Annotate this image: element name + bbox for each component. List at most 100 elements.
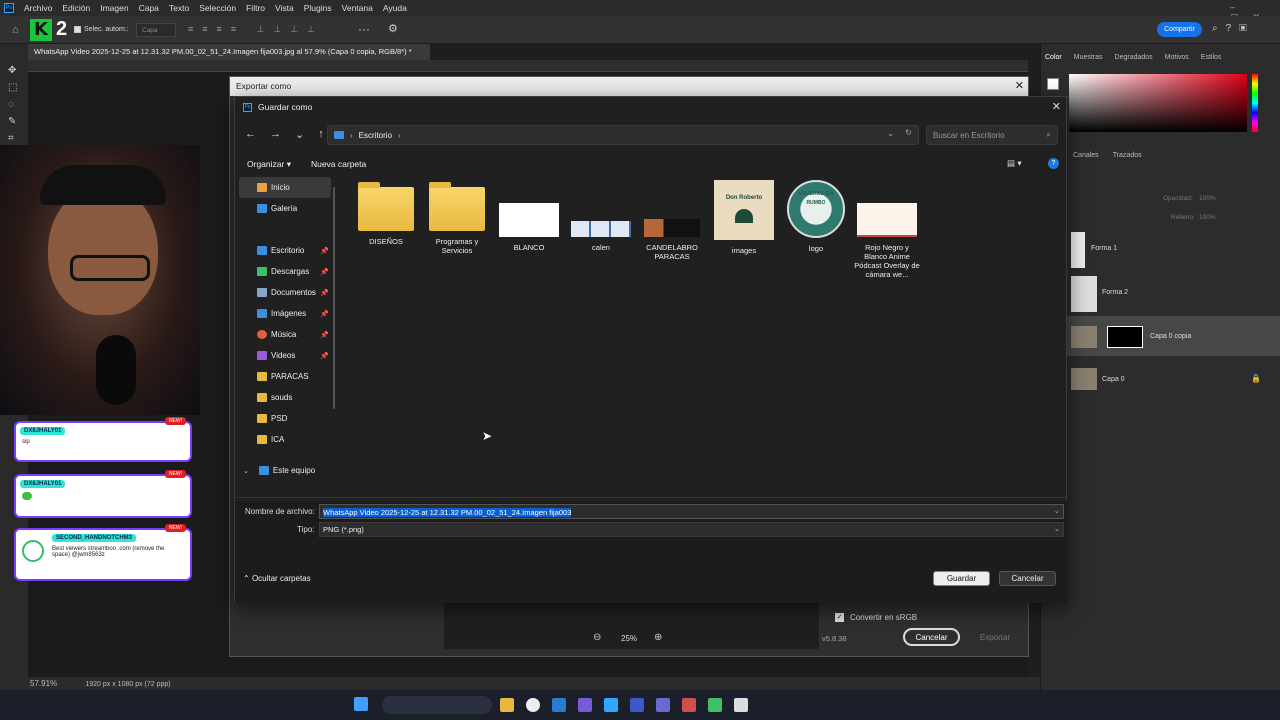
align-icons[interactable]: ≡≡≡≡ ⊥⊥⊥⊥	[188, 24, 324, 35]
menu-seleccion[interactable]: Selección	[199, 3, 236, 13]
nav-item-descargas[interactable]: Descargas 📌	[235, 261, 335, 282]
nav-item-imagenes[interactable]: Imágenes 📌	[235, 303, 335, 324]
hue-slider[interactable]	[1252, 74, 1258, 132]
document-tab[interactable]: WhatsApp Video 2025-12-25 at 12.31.32 PM…	[28, 44, 430, 60]
chevron-down-icon[interactable]: ⌄	[1054, 524, 1060, 533]
layer-row-selected[interactable]: Capa 0 copia	[1041, 316, 1280, 356]
address-bar[interactable]: › Escritorio › ⌄ ↻	[327, 125, 919, 145]
menu-ayuda[interactable]: Ayuda	[383, 3, 407, 13]
nav-item-musica[interactable]: Música 📌	[235, 324, 335, 345]
hide-folders-toggle[interactable]: ⌃ Ocultar carpetas	[243, 574, 311, 583]
green-emote-icon	[22, 492, 32, 500]
menu-vista[interactable]: Vista	[275, 3, 294, 13]
filename-input[interactable]: WhatsApp Video 2025-12-25 at 12.31.32 PM…	[319, 504, 1064, 519]
view-options-icon[interactable]: ▤ ▾	[1007, 158, 1022, 169]
menu-plugins[interactable]: Plugins	[304, 3, 332, 13]
menu-imagen[interactable]: Imagen	[100, 3, 128, 13]
tab-estilos[interactable]: Estilos	[1201, 54, 1222, 61]
nav-item-souds[interactable]: souds	[235, 387, 335, 408]
zoom-in-icon[interactable]: ⊕	[654, 632, 662, 643]
pin-icon: 📌	[320, 247, 329, 255]
file-item-image[interactable]: VIAJERAS SIN RUMBO logo	[783, 180, 849, 253]
menu-edicion[interactable]: Edición	[62, 3, 90, 13]
foreground-color-swatch[interactable]	[1047, 78, 1059, 90]
file-item-image[interactable]: BLANCO	[496, 187, 562, 252]
nav-item-psd[interactable]: PSD	[235, 408, 335, 429]
streamer-hair	[40, 165, 166, 205]
nav-item-videos[interactable]: Videos 📌	[235, 345, 335, 366]
export-button[interactable]: Exportar	[966, 628, 1024, 646]
menu-ventana[interactable]: Ventana	[342, 3, 373, 13]
layer-row[interactable]: Forma 1	[1041, 232, 1280, 272]
home-icon[interactable]: ⌂	[12, 24, 19, 36]
auto-select-checkbox[interactable]	[74, 26, 81, 33]
forward-arrow-icon[interactable]: →	[270, 128, 281, 141]
chevron-down-icon[interactable]: ⌄	[243, 467, 249, 475]
export-cancel-button[interactable]: Cancelar	[903, 628, 960, 646]
opacity-value[interactable]: 100%	[1199, 195, 1216, 202]
settings-gear-icon[interactable]: ⚙	[388, 22, 398, 35]
fill-value[interactable]: 100%	[1199, 214, 1216, 221]
menu-archivo[interactable]: Archivo	[24, 3, 52, 13]
file-item-image[interactable]: Don Roberto images	[711, 180, 777, 255]
up-arrow-icon[interactable]: ↑	[318, 128, 324, 141]
nav-item-ica[interactable]: ICA	[235, 429, 335, 450]
organize-button[interactable]: Organizar ▾	[247, 159, 291, 170]
new-folder-button[interactable]: Nueva carpeta	[311, 159, 366, 169]
tab-motivos[interactable]: Motivos	[1165, 54, 1189, 61]
tool-icons[interactable]: ✥ ⬚ ◌ ✎ ⌗	[0, 44, 28, 147]
back-arrow-icon[interactable]: ←	[245, 128, 256, 141]
more-icon[interactable]: ···	[358, 22, 370, 36]
tab-degradados[interactable]: Degradados	[1115, 54, 1153, 61]
chat-username: DX8JHALY01	[20, 480, 66, 488]
nav-item-escritorio[interactable]: Escritorio 📌	[235, 240, 335, 261]
search-input[interactable]: Buscar en Escritorio ⌕	[926, 125, 1058, 145]
file-item-image[interactable]: CANDELABRO PARACAS	[639, 187, 705, 261]
convert-srgb-checkbox[interactable]: ✓	[835, 613, 844, 622]
nav-item-paracas[interactable]: PARACAS	[235, 366, 335, 387]
file-type-value: PNG (*.png)	[323, 525, 364, 534]
tab-canales[interactable]: Canales	[1073, 152, 1099, 159]
refresh-icon[interactable]: ↻	[905, 128, 912, 137]
nav-item-inicio[interactable]: Inicio	[239, 177, 331, 198]
status-bar: 57.91% 1920 px x 1080 px (72 ppp)	[0, 677, 1040, 691]
tab-muestras[interactable]: Muestras	[1074, 54, 1103, 61]
pin-icon: 📌	[320, 352, 329, 360]
menu-texto[interactable]: Texto	[169, 3, 189, 13]
nav-item-documentos[interactable]: Documentos 📌	[235, 282, 335, 303]
zoom-status[interactable]: 57.91%	[30, 679, 57, 688]
chevron-down-icon[interactable]: ⌄	[295, 128, 304, 141]
save-button[interactable]: Guardar	[933, 571, 990, 586]
layer-select[interactable]: Capa	[136, 23, 176, 37]
taskbar-app-icons[interactable]	[500, 698, 748, 712]
share-button[interactable]: Compartir	[1157, 22, 1202, 37]
help-icon[interactable]: ?	[1048, 158, 1059, 169]
file-item-folder[interactable]: DISEÑOS	[353, 182, 419, 246]
color-picker-field[interactable]	[1069, 74, 1247, 132]
taskbar-search-box[interactable]	[382, 696, 492, 714]
file-item-folder[interactable]: Programas y Servicios	[424, 182, 490, 255]
chevron-down-icon[interactable]: ⌄	[887, 129, 894, 138]
menu-capa[interactable]: Capa	[139, 3, 159, 13]
cancel-button[interactable]: Cancelar	[999, 571, 1056, 586]
start-icon[interactable]	[354, 697, 368, 711]
layer-row[interactable]: Forma 2	[1041, 276, 1280, 316]
tab-color[interactable]: Color	[1045, 54, 1062, 61]
breadcrumb-desktop[interactable]: Escritorio	[359, 131, 392, 140]
close-icon[interactable]: ✕	[1015, 79, 1024, 92]
layer-row[interactable]: Capa 0 🔒	[1041, 362, 1280, 398]
file-item-image[interactable]: Rojo Negro y Blanco Anime Pódcast Overla…	[854, 187, 920, 279]
tab-trazados[interactable]: Trazados	[1113, 152, 1142, 159]
nav-item-este-equipo[interactable]: ⌄ Este equipo	[235, 460, 335, 481]
file-type-select[interactable]: PNG (*.png) ⌄	[319, 522, 1064, 537]
nav-scrollbar[interactable]	[333, 187, 335, 409]
zoom-out-icon[interactable]: ⊖	[593, 632, 601, 643]
pin-icon: 📌	[320, 310, 329, 318]
menu-filtro[interactable]: Filtro	[246, 3, 265, 13]
header-icons[interactable]: ⌕?▣	[1212, 23, 1255, 34]
nav-item-galeria[interactable]: Galería	[235, 198, 335, 219]
chevron-down-icon[interactable]: ⌄	[1054, 506, 1060, 515]
file-item-image[interactable]: calen	[568, 187, 634, 252]
chat-message: NEW! DX8JHALY01 sip	[14, 417, 192, 462]
close-icon[interactable]: ✕	[1052, 100, 1061, 113]
